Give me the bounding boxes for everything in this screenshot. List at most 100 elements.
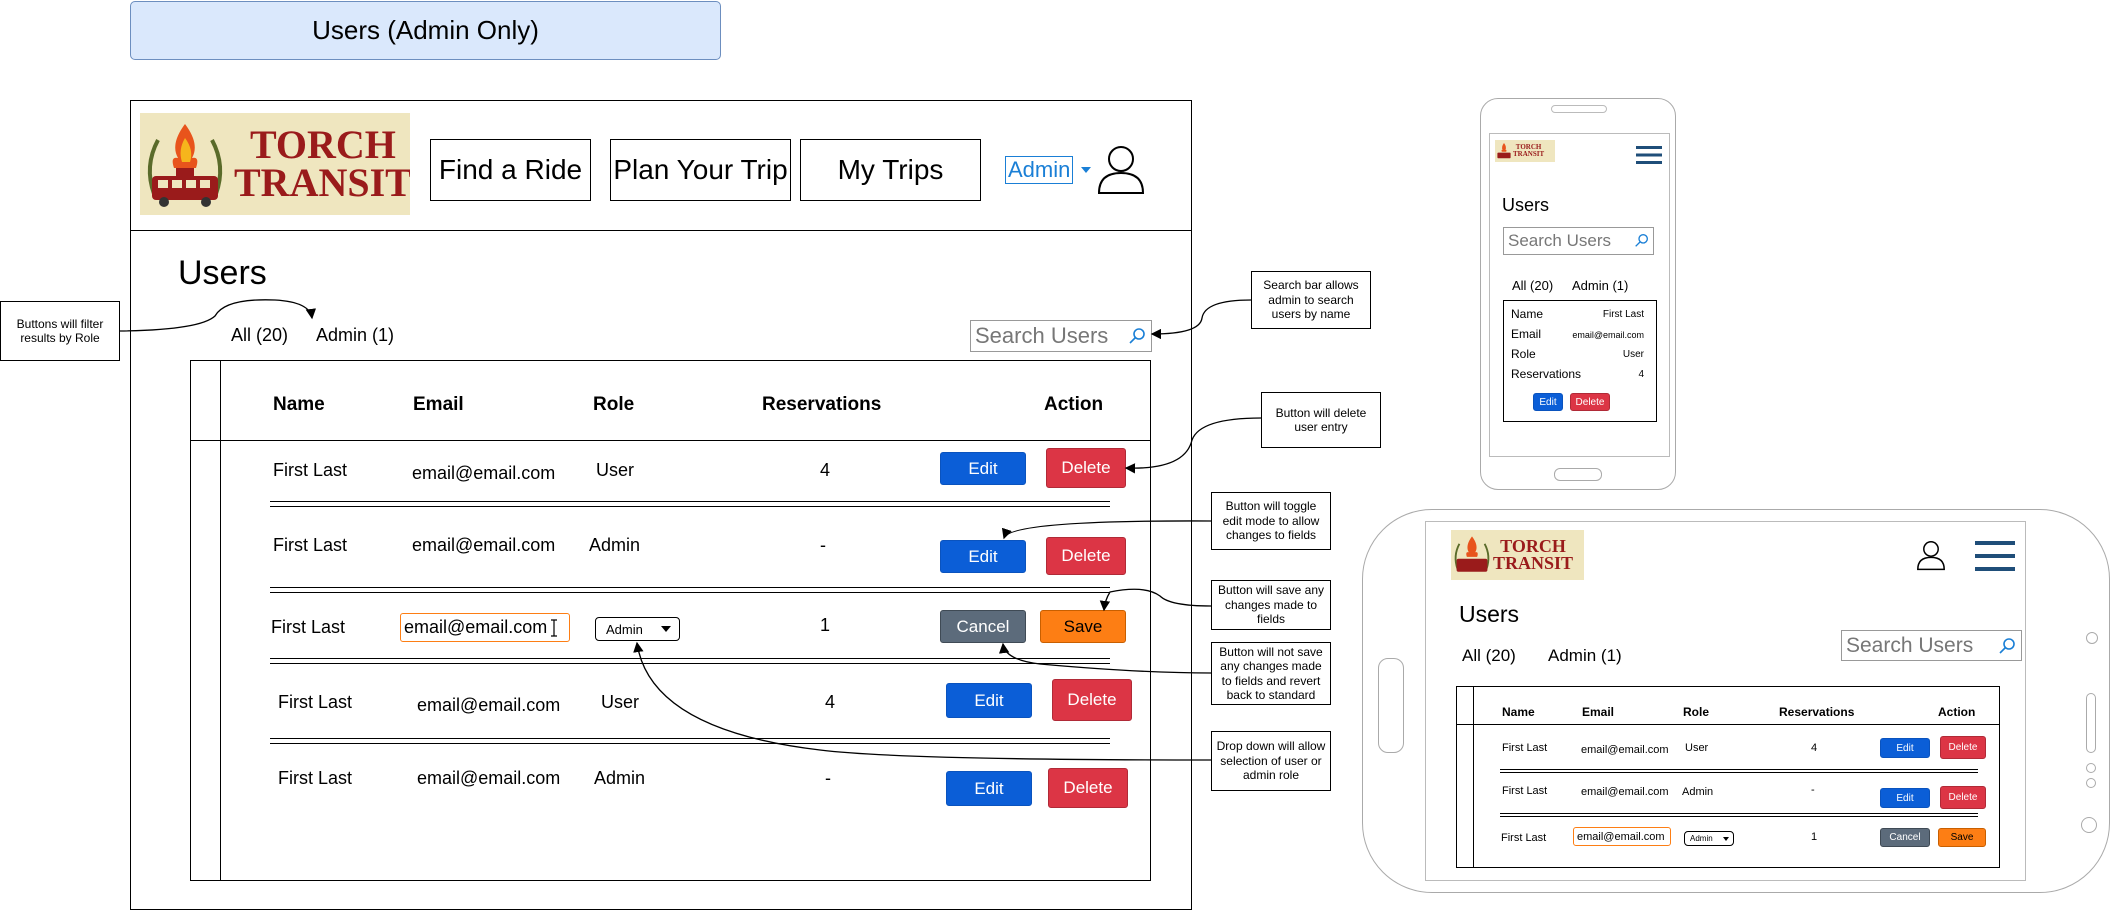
hamburger-icon[interactable] [1975, 540, 2015, 572]
search-icon[interactable] [1128, 327, 1146, 345]
filter-all[interactable]: All (20) [231, 325, 288, 346]
nav-plan-your-trip[interactable]: Plan Your Trip [610, 139, 791, 201]
nav-my-trips[interactable]: My Trips [800, 139, 981, 201]
row2-delete-button[interactable]: Delete [1046, 537, 1126, 575]
col-role: Role [593, 394, 635, 415]
logo-line-2: TRANSIT [234, 160, 410, 205]
tablet-row1-delete-button[interactable]: Delete [1940, 736, 1986, 759]
row1-name: First Last [273, 460, 348, 480]
admin-dropdown-label: Admin [1005, 156, 1074, 184]
row5-delete-button[interactable]: Delete [1048, 768, 1128, 808]
tablet-col-action: Action [1938, 705, 1976, 719]
tablet-side-button [1378, 658, 1404, 753]
tablet-search-bar[interactable]: Search Users [1841, 630, 2022, 661]
tablet-row1-edit-button[interactable]: Edit [1880, 738, 1930, 758]
row3-role-select[interactable]: Admin [595, 617, 680, 641]
tablet-row1-role: User [1685, 742, 1709, 754]
table-header-divider [190, 440, 1151, 441]
search-bar[interactable]: Search Users [970, 320, 1152, 352]
row2-edit-button[interactable]: Edit [940, 540, 1026, 573]
row-divider [270, 501, 1110, 507]
row3-cancel-button[interactable]: Cancel [940, 610, 1026, 643]
row3-email-value: email@email.com [404, 617, 548, 637]
tablet-row3-reservations: 1 [1811, 831, 1818, 843]
mobile-value-reservations: 4 [1638, 369, 1644, 380]
tablet-search-input[interactable]: Search Users [1846, 634, 1973, 658]
row2-name: First Last [273, 535, 348, 555]
row5-reservations: - [825, 768, 831, 788]
tablet-row1-email: email@email.com [1581, 744, 1669, 756]
row1-delete-button[interactable]: Delete [1046, 448, 1126, 488]
header-divider [130, 230, 1192, 231]
tablet-filter-all[interactable]: All (20) [1462, 646, 1516, 666]
tablet-filter-admin[interactable]: Admin (1) [1548, 646, 1622, 666]
dropdown-caret-icon [661, 626, 671, 632]
row3-name: First Last [271, 617, 346, 637]
hamburger-icon[interactable] [1636, 145, 1662, 165]
row4-role: User [601, 692, 640, 712]
tablet-row3-role-select[interactable]: Admin [1684, 831, 1734, 846]
phone-home-button [1554, 468, 1602, 481]
note-cancel-button: Button will not save any changes made to… [1211, 642, 1331, 705]
row1-reservations: 4 [820, 460, 831, 480]
row1-role: User [596, 460, 635, 480]
tablet-row3-role-value: Admin [1690, 834, 1713, 843]
col-name: Name [273, 394, 325, 415]
col-action: Action [1044, 394, 1104, 415]
filter-admin[interactable]: Admin (1) [316, 325, 394, 346]
search-input[interactable]: Search Users [975, 323, 1108, 349]
search-icon[interactable] [1634, 233, 1649, 248]
col-reservations: Reservations [762, 394, 882, 415]
tablet-sensor [2086, 778, 2096, 788]
tablet-row2-email: email@email.com [1581, 786, 1669, 798]
mobile-filter-admin[interactable]: Admin (1) [1572, 278, 1628, 293]
row-divider [270, 658, 1110, 664]
tablet-row1-name: First Last [1502, 742, 1548, 754]
tablet-col-reservations: Reservations [1779, 705, 1855, 719]
admin-dropdown[interactable]: Admin [1005, 155, 1092, 185]
row5-edit-button[interactable]: Edit [946, 771, 1032, 806]
tablet-logo[interactable]: TORCH TRANSIT [1451, 530, 1584, 580]
mobile-search-bar[interactable]: Search Users [1503, 227, 1654, 255]
row2-email: email@email.com [412, 535, 556, 555]
torch-transit-logo[interactable]: TORCH TRANSIT [140, 113, 410, 215]
nav-find-a-ride[interactable]: Find a Ride [430, 139, 591, 201]
phone-speaker [1551, 105, 1607, 113]
tablet-row2-role: Admin [1682, 786, 1714, 798]
tablet-row3-save-button[interactable]: Save [1938, 828, 1986, 847]
row3-email-field[interactable]: email@email.com [400, 613, 570, 642]
row4-edit-button[interactable]: Edit [946, 683, 1032, 718]
row3-save-button[interactable]: Save [1040, 610, 1126, 643]
row4-name: First Last [278, 692, 353, 712]
row4-delete-button[interactable]: Delete [1052, 679, 1132, 721]
mobile-delete-button[interactable]: Delete [1570, 393, 1610, 411]
tablet-col-email: Email [1582, 705, 1615, 719]
tablet-row3-name: First Last [1501, 832, 1547, 844]
row5-name: First Last [278, 768, 353, 788]
note-edit-button: Button will toggle edit mode to allow ch… [1211, 492, 1331, 550]
mobile-logo[interactable]: TORCH TRANSIT [1495, 140, 1555, 162]
user-icon[interactable] [1916, 539, 1946, 571]
tablet-row3-cancel-button[interactable]: Cancel [1880, 828, 1930, 847]
mobile-edit-button[interactable]: Edit [1533, 393, 1563, 411]
tablet-row3-email-field[interactable]: email@email.com [1573, 827, 1671, 846]
mobile-label-role: Role [1511, 347, 1536, 361]
tablet-row2-delete-button[interactable]: Delete [1940, 786, 1986, 809]
tablet-users-heading: Users [1459, 601, 1520, 627]
tablet-row2-edit-button[interactable]: Edit [1880, 788, 1930, 808]
row-divider [270, 587, 1110, 593]
row4-reservations: 4 [825, 692, 836, 712]
user-icon[interactable] [1096, 143, 1146, 195]
row1-edit-button[interactable]: Edit [940, 452, 1026, 485]
mobile-filter-all[interactable]: All (20) [1512, 278, 1553, 293]
tablet-home-button [2081, 817, 2097, 833]
text-cursor-icon [551, 618, 558, 637]
torch-emblem-icon [147, 124, 223, 207]
row2-role: Admin [589, 535, 641, 555]
tablet-row3-email-value: email@email.com [1577, 830, 1665, 843]
tablet-table-gutter [1473, 686, 1474, 868]
mobile-search-input[interactable]: Search Users [1508, 231, 1611, 251]
chevron-down-icon [1081, 167, 1092, 173]
mobile-logo-line-2: TRANSIT [1513, 150, 1545, 158]
search-icon[interactable] [1998, 637, 2016, 655]
